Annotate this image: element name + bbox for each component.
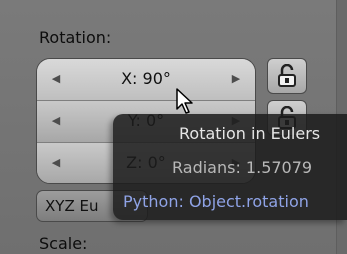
tooltip-title: Rotation in Eulers: [179, 124, 321, 143]
rotation-x-label: X:: [121, 69, 138, 88]
rotation-x-value: 90°: [142, 69, 171, 88]
tooltip-radians: Radians: 1.57079: [172, 158, 313, 177]
rotation-x-field[interactable]: ◀ X: 90° ▶: [37, 59, 255, 101]
object-properties-panel: Rotation: ◀ X: 90° ▶ ◀ Y: 0° ▶ ◀ Z: 0° ▶: [0, 0, 347, 254]
mouse-pointer-icon: [176, 88, 193, 114]
increment-chevron-right-icon[interactable]: ▶: [229, 71, 243, 87]
scale-label: Scale:: [39, 234, 88, 253]
lock-open-icon: [278, 64, 296, 87]
tooltip-python: Python: Object.rotation: [123, 192, 309, 211]
tooltip: Rotation in Eulers Radians: 1.57079 Pyth…: [113, 114, 347, 220]
rotation-mode-value: XYZ Eu: [45, 197, 99, 215]
rotation-label: Rotation:: [39, 28, 112, 47]
lock-rotation-x-button[interactable]: [267, 58, 307, 94]
